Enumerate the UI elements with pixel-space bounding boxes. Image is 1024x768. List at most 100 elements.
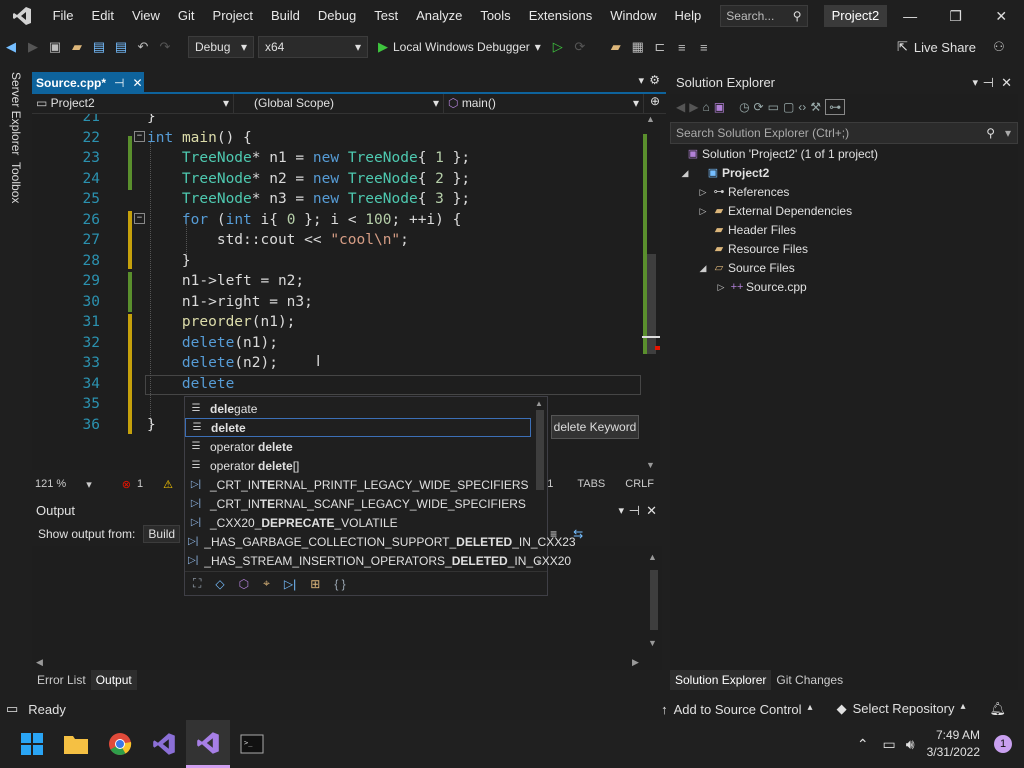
code-line[interactable]: 30 n1->right = n3; xyxy=(32,292,642,312)
menu-debug[interactable]: Debug xyxy=(309,0,365,32)
struct-filter-icon[interactable]: ⊞ xyxy=(310,577,320,591)
code-line[interactable]: 28 } xyxy=(32,251,642,271)
scrollbar-thumb[interactable] xyxy=(650,570,658,630)
source-files-node[interactable]: ◢ ▱ Source Files xyxy=(696,259,795,278)
add-source-control-button[interactable]: ↑ Add to Source Control ▴ xyxy=(661,702,812,717)
notifications-icon[interactable]: 🔔︎ xyxy=(989,701,1006,717)
solution-node[interactable]: ▣ Solution 'Project2' (1 of 1 project) xyxy=(684,145,878,164)
scrollbar-thumb[interactable] xyxy=(536,410,544,490)
toolbox-tab[interactable]: Toolbox xyxy=(9,162,23,203)
collapsed-arrow-icon[interactable]: ▷ xyxy=(714,278,728,297)
redo-icon[interactable]: ↷ xyxy=(154,39,176,55)
run-button[interactable]: ▶ Local Windows Debugger ▾ xyxy=(378,39,541,55)
menu-project[interactable]: Project xyxy=(204,0,262,32)
split-icon[interactable]: ⊕ xyxy=(644,94,666,113)
chevron-down-icon[interactable]: ▾ xyxy=(1005,123,1011,143)
refresh-icon[interactable]: ⟳ xyxy=(754,100,764,114)
output-source-select[interactable]: Build xyxy=(143,525,181,543)
line-ending-indicator[interactable]: CRLF xyxy=(625,478,654,490)
select-repository-button[interactable]: ◆ Select Repository ▴ xyxy=(837,701,966,717)
completion-item[interactable]: ▷| _CXX20_ DEPRECATE _VOLATILE xyxy=(185,513,531,532)
forward-icon[interactable]: ▶ xyxy=(22,39,44,55)
gear-icon[interactable]: ⚙ xyxy=(649,73,660,87)
scroll-down-icon[interactable]: ▼ xyxy=(648,638,660,648)
uncomment-icon[interactable]: ≡ xyxy=(693,40,715,55)
tabs-indicator[interactable]: TABS xyxy=(577,478,605,490)
expand-icon[interactable]: ⛶ xyxy=(193,576,201,591)
close-icon[interactable]: ✕ xyxy=(1001,72,1012,94)
code-line[interactable]: 23 TreeNode* n1 = new TreeNode{ 1 }; xyxy=(32,148,642,168)
live-share-button[interactable]: ⇱ Live Share xyxy=(897,39,976,55)
menu-test[interactable]: Test xyxy=(365,0,407,32)
code-line[interactable]: 24 TreeNode* n2 = new TreeNode{ 2 }; xyxy=(32,169,642,189)
hot-reload-icon[interactable]: ⟳ xyxy=(569,39,591,55)
visual-studio-code-icon[interactable] xyxy=(142,720,186,768)
external-dependencies-node[interactable]: ▷ ▰ External Dependencies xyxy=(696,202,853,221)
zoom-level[interactable]: 121 % xyxy=(35,478,66,490)
search-icon[interactable]: ⚲ xyxy=(986,123,995,143)
file-explorer-icon[interactable] xyxy=(54,720,98,768)
source-cpp-node[interactable]: ▷ ++ Source.cpp xyxy=(714,278,807,297)
scroll-down-icon[interactable]: ▼ xyxy=(535,558,543,567)
menu-edit[interactable]: Edit xyxy=(83,0,123,32)
chevron-down-icon[interactable]: ▾ xyxy=(618,500,624,522)
back-icon[interactable]: ◀ xyxy=(676,100,685,114)
completion-item[interactable]: ☰ operator delete xyxy=(185,437,531,456)
minimize-button[interactable]: — xyxy=(887,8,933,24)
save-icon[interactable]: ▤ xyxy=(88,39,110,55)
terminal-icon[interactable]: >_ xyxy=(230,720,274,768)
scroll-right-icon[interactable]: ▶ xyxy=(632,657,639,668)
code-line[interactable]: 26 for (int i{ 0 }; i < 100; ++i) { xyxy=(32,210,642,230)
tab-output[interactable]: Output xyxy=(90,670,137,690)
pin-icon[interactable]: ⊣ xyxy=(983,72,994,94)
undo-icon[interactable]: ↶ xyxy=(132,39,154,55)
completion-item[interactable]: ☰ operator delete[] xyxy=(185,456,531,475)
tab-solution-explorer[interactable]: Solution Explorer xyxy=(670,670,772,690)
resource-files-node[interactable]: ▰ Resource Files xyxy=(710,240,808,259)
network-icon[interactable]: ▭ xyxy=(883,736,896,753)
completion-item[interactable]: ☰ dele gate xyxy=(185,399,531,418)
collapsed-arrow-icon[interactable]: ▷ xyxy=(696,202,710,221)
class-filter-icon[interactable]: ⬡ xyxy=(239,577,249,591)
close-icon[interactable]: ✕ xyxy=(646,500,657,522)
feedback-icon[interactable]: ⚇ xyxy=(988,39,1010,55)
folder-view-icon[interactable]: ▰ xyxy=(605,39,627,55)
menu-view[interactable]: View xyxy=(123,0,169,32)
new-project-icon[interactable]: ▣ xyxy=(44,39,66,55)
scroll-up-icon[interactable]: ▲ xyxy=(535,399,545,408)
maximize-button[interactable]: ❐ xyxy=(933,8,979,25)
back-icon[interactable]: ◀ xyxy=(0,39,22,55)
chrome-icon[interactable] xyxy=(98,720,142,768)
notification-badge[interactable]: 1 xyxy=(994,735,1012,753)
completion-item[interactable]: ▷| _HAS_STREAM_INSERTION_OPERATORS_ DELETE… xyxy=(185,551,571,570)
code-line[interactable]: 22 int main() { xyxy=(32,128,642,148)
scroll-up-icon[interactable]: ▲ xyxy=(646,114,655,124)
comment-icon[interactable]: ≡ xyxy=(671,40,693,55)
platform-select[interactable]: x64 ▾ xyxy=(258,36,368,58)
code-line[interactable]: 25 TreeNode* n3 = new TreeNode{ 3 }; xyxy=(32,189,642,209)
show-all-files-icon[interactable]: ▢ xyxy=(783,100,794,114)
scroll-down-icon[interactable]: ▼ xyxy=(646,460,655,470)
snippet-filter-icon[interactable]: { } xyxy=(334,577,345,591)
scroll-up-icon[interactable]: ▲ xyxy=(648,552,660,562)
expanded-arrow-icon[interactable]: ◢ xyxy=(678,164,692,183)
menu-analyze[interactable]: Analyze xyxy=(407,0,471,32)
completion-item[interactable]: ▷| _CRT_IN TE RNAL_PRINTF_LEGACY_WIDE_SPECI… xyxy=(185,475,531,494)
bookmark-icon[interactable]: ⊏ xyxy=(649,39,671,55)
project-node[interactable]: ◢ ▣ Project2 xyxy=(678,164,770,183)
header-files-node[interactable]: ▰ Header Files xyxy=(710,221,796,240)
menu-file[interactable]: File xyxy=(44,0,83,32)
menu-help[interactable]: Help xyxy=(666,0,711,32)
menu-git[interactable]: Git xyxy=(169,0,204,32)
tab-git-changes[interactable]: Git Changes xyxy=(771,670,848,690)
enum-filter-icon[interactable]: ⌖ xyxy=(263,576,270,591)
code-line[interactable]: 27 std::cout << "cool\n"; xyxy=(32,230,642,250)
scrollbar-thumb[interactable] xyxy=(646,254,656,354)
pin-icon[interactable]: ⊣ xyxy=(114,72,124,94)
home-icon[interactable]: ⌂ xyxy=(702,100,709,114)
visual-studio-icon[interactable] xyxy=(186,720,230,768)
collapse-all-icon[interactable]: ▭ xyxy=(768,100,779,114)
volume-icon[interactable]: 🔊︎ xyxy=(906,736,915,753)
member-nav-select[interactable]: ⬡ main() ▾ xyxy=(444,94,644,114)
completion-item[interactable]: ☰ delete xyxy=(185,418,531,437)
